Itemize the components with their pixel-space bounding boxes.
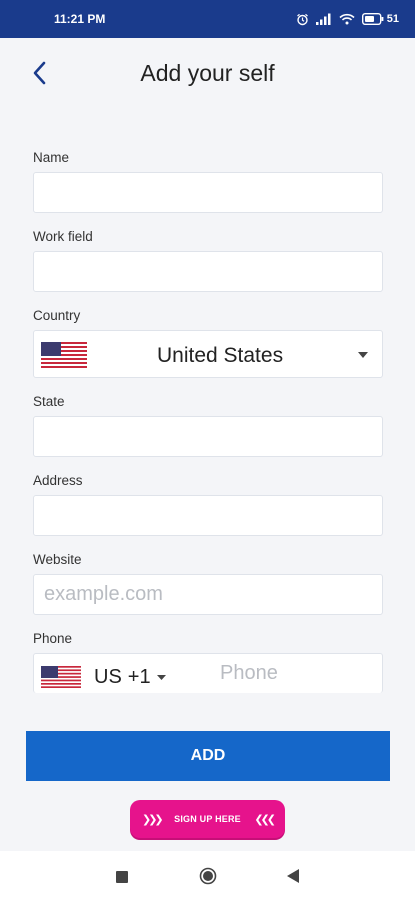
name-label: Name	[33, 150, 70, 165]
signup-banner-button[interactable]: ❯❯❯ SIGN UP HERE ❮❮❮	[130, 800, 285, 838]
header: Add your self	[0, 38, 415, 108]
status-time: 11:21 PM	[54, 12, 106, 26]
double-chevron-left-icon: ❮❮❮	[254, 813, 276, 826]
phone-dial-code: +1	[127, 666, 151, 688]
status-icons: 51	[296, 13, 399, 26]
us-flag-icon	[41, 666, 81, 688]
name-input[interactable]	[34, 173, 382, 212]
phone-field-container: US +1	[33, 653, 415, 693]
caret-down-icon	[358, 352, 368, 358]
address-field-container	[33, 495, 383, 536]
battery-icon	[361, 13, 384, 25]
status-bar: 11:21 PM 51	[0, 0, 415, 38]
double-chevron-right-icon: ❯❯❯	[142, 813, 164, 826]
name-field-container	[33, 172, 383, 213]
website-label: Website	[33, 552, 82, 567]
us-flag-icon	[41, 342, 87, 368]
phone-country-code: US	[94, 666, 122, 688]
signal-icon	[315, 13, 332, 25]
website-input[interactable]	[34, 575, 382, 614]
back-triangle-icon[interactable]	[287, 869, 299, 888]
address-label: Address	[33, 473, 83, 488]
add-button[interactable]: ADD	[26, 731, 390, 781]
battery-indicator: 51	[361, 13, 399, 25]
recent-apps-icon[interactable]	[116, 870, 128, 888]
phone-input[interactable]	[210, 654, 415, 693]
country-select[interactable]: United States	[33, 330, 383, 378]
work-field-label: Work field	[33, 229, 93, 244]
work-field-input[interactable]	[34, 252, 382, 291]
signup-banner-label: SIGN UP HERE	[174, 814, 241, 824]
home-icon[interactable]	[199, 867, 217, 890]
country-selected-value: United States	[157, 344, 284, 367]
state-label: State	[33, 394, 65, 409]
caret-down-icon	[156, 675, 166, 680]
wifi-icon	[339, 13, 355, 25]
state-input[interactable]	[34, 417, 382, 456]
page-title: Add your self	[140, 60, 275, 86]
system-nav-bar	[0, 851, 415, 900]
phone-country-code-select[interactable]: US +1	[94, 666, 166, 689]
work-field-container	[33, 251, 383, 292]
alarm-icon	[296, 13, 309, 26]
battery-level: 51	[386, 13, 399, 25]
country-label: Country	[33, 308, 81, 323]
state-field-container	[33, 416, 383, 457]
address-input[interactable]	[34, 496, 382, 535]
phone-label: Phone	[33, 631, 73, 646]
website-field-container	[33, 574, 383, 615]
